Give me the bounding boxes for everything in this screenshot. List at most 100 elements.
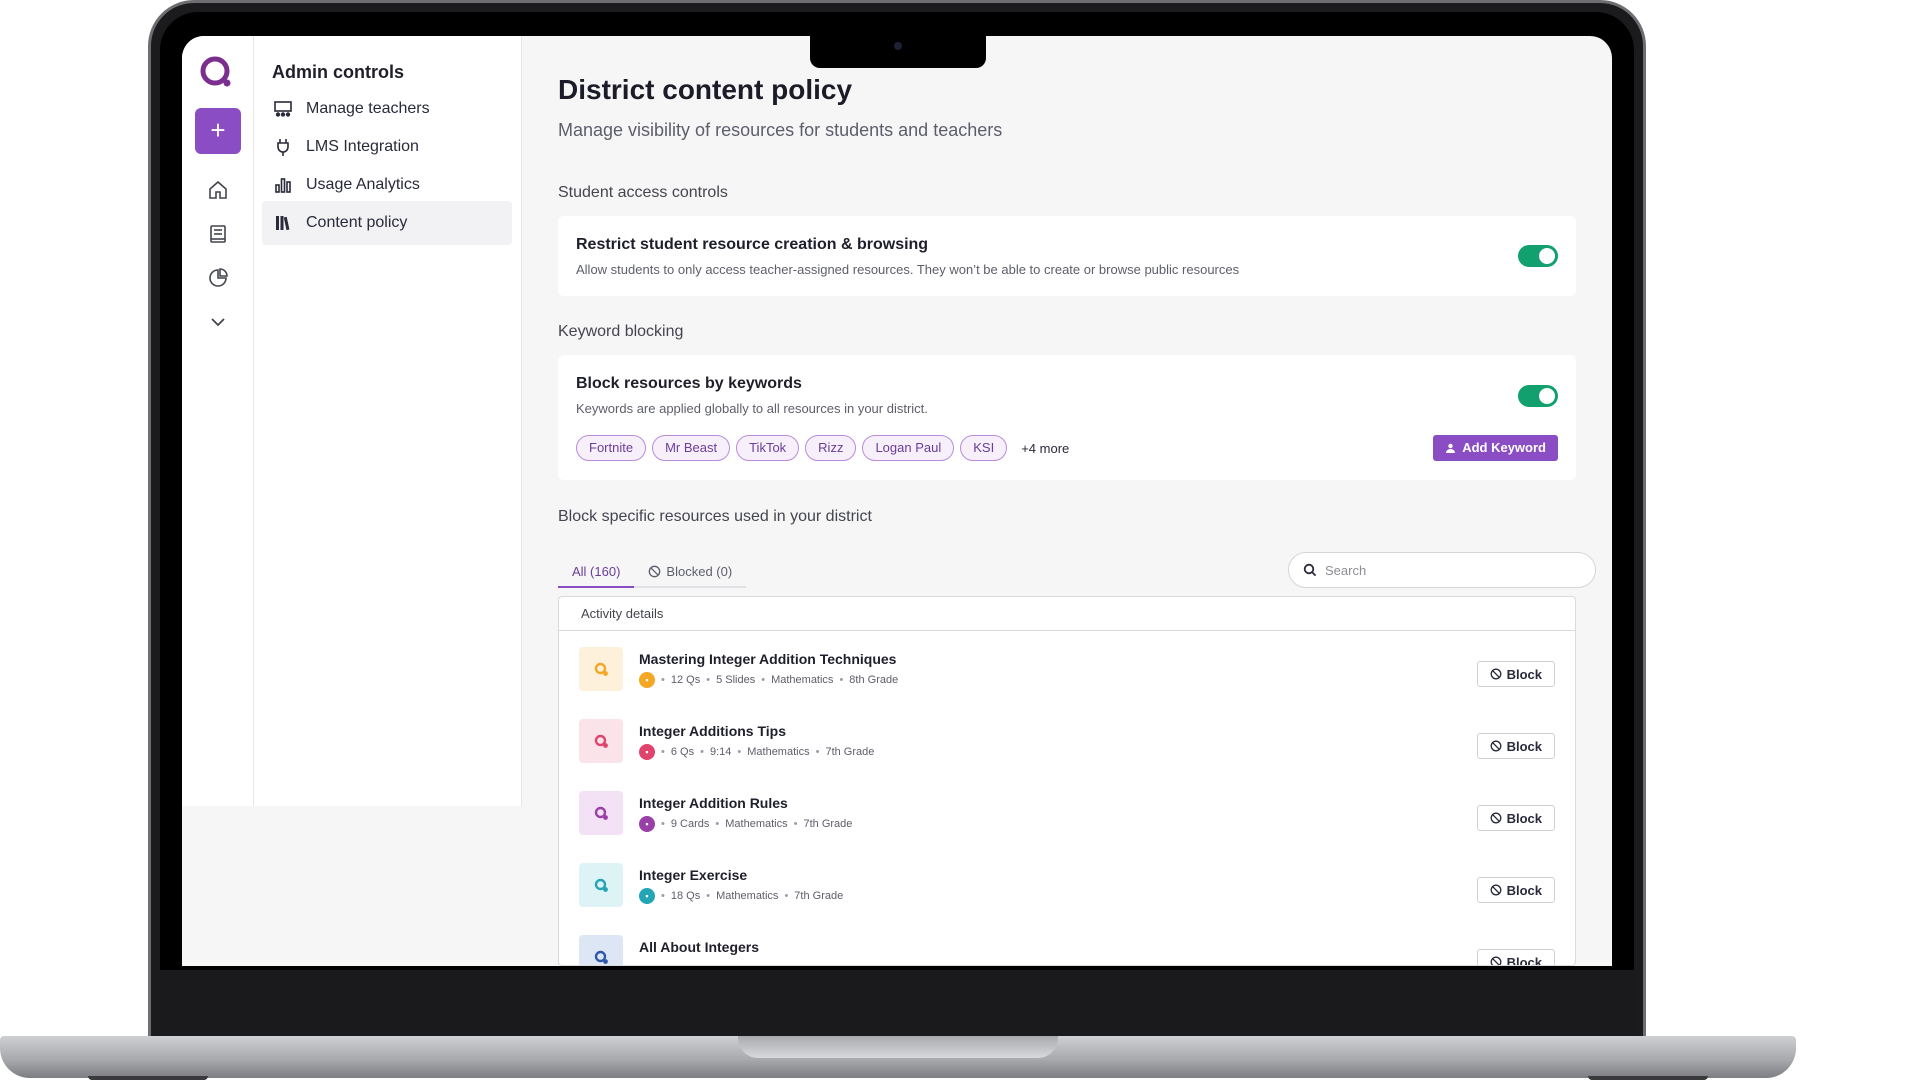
meta-separator: • <box>661 746 665 758</box>
brand-logo-icon[interactable] <box>198 54 234 90</box>
resource-meta: ▪ • 6 Qs • 9:14 • Mathematics • 7th Grade <box>639 744 874 760</box>
keyword-chip[interactable]: Mr Beast <box>652 435 731 461</box>
keyword-chip-list: Fortnite Mr Beast TikTok Rizz Logan Paul… <box>576 435 1069 461</box>
keyword-chip[interactable]: KSI <box>960 435 1008 461</box>
resource-title[interactable]: Integer Additions Tips <box>639 723 786 739</box>
keyword-chip[interactable]: Logan Paul <box>862 435 955 461</box>
meta-separator: • <box>815 746 820 758</box>
keyword-chip[interactable]: TikTok <box>736 435 800 461</box>
block-label: Block <box>1506 954 1542 966</box>
icon-rail: + <box>182 36 254 806</box>
meta-separator: • <box>661 890 665 902</box>
table-row[interactable]: Integer Additions Tips ▪ • 6 Qs • 9:14 • Mathem… <box>559 703 1575 775</box>
meta-item: 18 Qs <box>670 890 701 902</box>
resource-title[interactable]: Integer Addition Rules <box>639 795 788 811</box>
meta-separator: • <box>661 818 665 830</box>
keyword-chip[interactable]: Rizz <box>805 435 857 461</box>
block-label: Block <box>1506 810 1542 826</box>
app-screen: + Admin controls Manage teachers LMS Int… <box>182 36 1612 966</box>
block-icon <box>1490 740 1502 752</box>
add-keyword-button[interactable]: Add Keyword <box>1433 435 1558 461</box>
block-icon <box>649 565 661 577</box>
laptop-foot <box>1588 1076 1708 1080</box>
create-button[interactable]: + <box>195 108 241 154</box>
meta-item: 5 Slides <box>716 674 756 686</box>
block-button[interactable]: Block <box>1476 661 1555 687</box>
meta-separator: • <box>700 746 704 758</box>
resource-title[interactable]: Mastering Integer Addition Techniques <box>639 651 896 667</box>
table-row[interactable]: Integer Addition Rules ▪ • 9 Cards • Mathemat… <box>559 775 1575 847</box>
section-label-student-access: Student access controls <box>558 184 728 201</box>
chevron-down-icon[interactable] <box>206 310 230 334</box>
block-label: Block <box>1506 738 1542 754</box>
block-button[interactable]: Block <box>1476 949 1555 966</box>
sidebar-item-label: Manage teachers <box>306 100 430 117</box>
table-row[interactable]: All About Integers Block <box>559 919 1575 966</box>
teachers-grid-icon <box>272 98 294 120</box>
meta-item: 7th Grade <box>794 890 844 902</box>
home-icon[interactable] <box>206 178 230 202</box>
meta-separator: • <box>715 818 720 830</box>
tab-label: All (160) <box>572 563 621 579</box>
resource-thumbnail-icon <box>579 647 623 691</box>
search-input[interactable] <box>1325 562 1565 578</box>
restrict-students-toggle[interactable] <box>1518 245 1558 267</box>
keyword-blocking-card: Block resources by keywords Keywords are… <box>558 355 1576 480</box>
more-keywords-link[interactable]: +4 more <box>1021 441 1069 456</box>
resource-meta: ▪ • 12 Qs • 5 Slides • Mathematics • 8th Grade <box>639 672 898 688</box>
block-button[interactable]: Block <box>1476 877 1555 903</box>
keyword-chip[interactable]: Fortnite <box>576 435 647 461</box>
sidebar-item-label: Usage Analytics <box>306 176 420 193</box>
pie-chart-icon[interactable] <box>206 266 230 290</box>
page-title: District content policy <box>558 74 853 105</box>
resource-thumbnail-icon <box>579 935 623 965</box>
block-label: Block <box>1506 882 1542 898</box>
meta-separator: • <box>706 674 711 686</box>
resource-rows: Mastering Integer Addition Techniques ▪ • 1… <box>559 631 1575 966</box>
laptop-foot <box>88 1076 208 1080</box>
meta-item: Mathematics <box>716 890 779 902</box>
sidebar-title: Admin controls <box>272 62 405 82</box>
camera-notch <box>810 36 986 68</box>
block-keywords-toggle[interactable] <box>1518 385 1558 407</box>
resource-search[interactable] <box>1288 552 1596 588</box>
meta-item: 9 Cards <box>670 818 710 830</box>
search-icon <box>1303 563 1317 577</box>
table-row[interactable]: Integer Exercise ▪ • 18 Qs • Mathematics • 7th … <box>559 847 1575 919</box>
sidebar-item-label: LMS Integration <box>306 138 419 155</box>
meta-item: 6 Qs <box>670 746 695 758</box>
meta-separator: • <box>761 674 766 686</box>
meta-separator: • <box>793 818 798 830</box>
meta-item: 9:14 <box>709 746 732 758</box>
section-label-keyword-blocking: Keyword blocking <box>558 323 684 340</box>
block-button[interactable]: Block <box>1476 733 1555 759</box>
section-label-resources: Block specific resources used in your di… <box>558 508 872 525</box>
block-button[interactable]: Block <box>1476 805 1555 831</box>
sidebar-item-content-policy[interactable]: Content policy <box>262 201 512 245</box>
resource-type-icon: ▪ <box>639 744 655 760</box>
card-description: Keywords are applied globally to all res… <box>576 401 928 416</box>
tab-blocked[interactable]: Blocked (0) <box>634 556 747 588</box>
meta-item: 12 Qs <box>670 674 701 686</box>
block-label: Block <box>1506 666 1542 682</box>
meta-separator: • <box>839 674 844 686</box>
resource-title[interactable]: Integer Exercise <box>639 867 747 883</box>
student-access-card: Restrict student resource creation & bro… <box>558 216 1576 296</box>
resource-meta: ▪ • 9 Cards • Mathematics • 7th Grade <box>639 816 852 832</box>
tab-all[interactable]: All (160) <box>558 556 635 588</box>
resource-type-icon: ▪ <box>639 888 655 904</box>
add-keyword-label: Add Keyword <box>1462 440 1546 455</box>
card-title: Restrict student resource creation & bro… <box>576 236 929 253</box>
resource-tabs: All (160) Blocked (0) <box>558 556 747 588</box>
meta-item: 7th Grade <box>803 818 853 830</box>
meta-item: Mathematics <box>747 746 810 758</box>
book-icon[interactable] <box>206 222 230 246</box>
resource-title[interactable]: All About Integers <box>639 939 759 955</box>
block-icon <box>1490 884 1502 896</box>
table-row[interactable]: Mastering Integer Addition Techniques ▪ • 1… <box>559 631 1575 703</box>
tab-label: Blocked (0) <box>666 563 733 579</box>
meta-item: Mathematics <box>725 818 788 830</box>
meta-separator: • <box>737 746 742 758</box>
resource-type-icon: ▪ <box>639 672 655 688</box>
meta-separator: • <box>706 890 711 902</box>
